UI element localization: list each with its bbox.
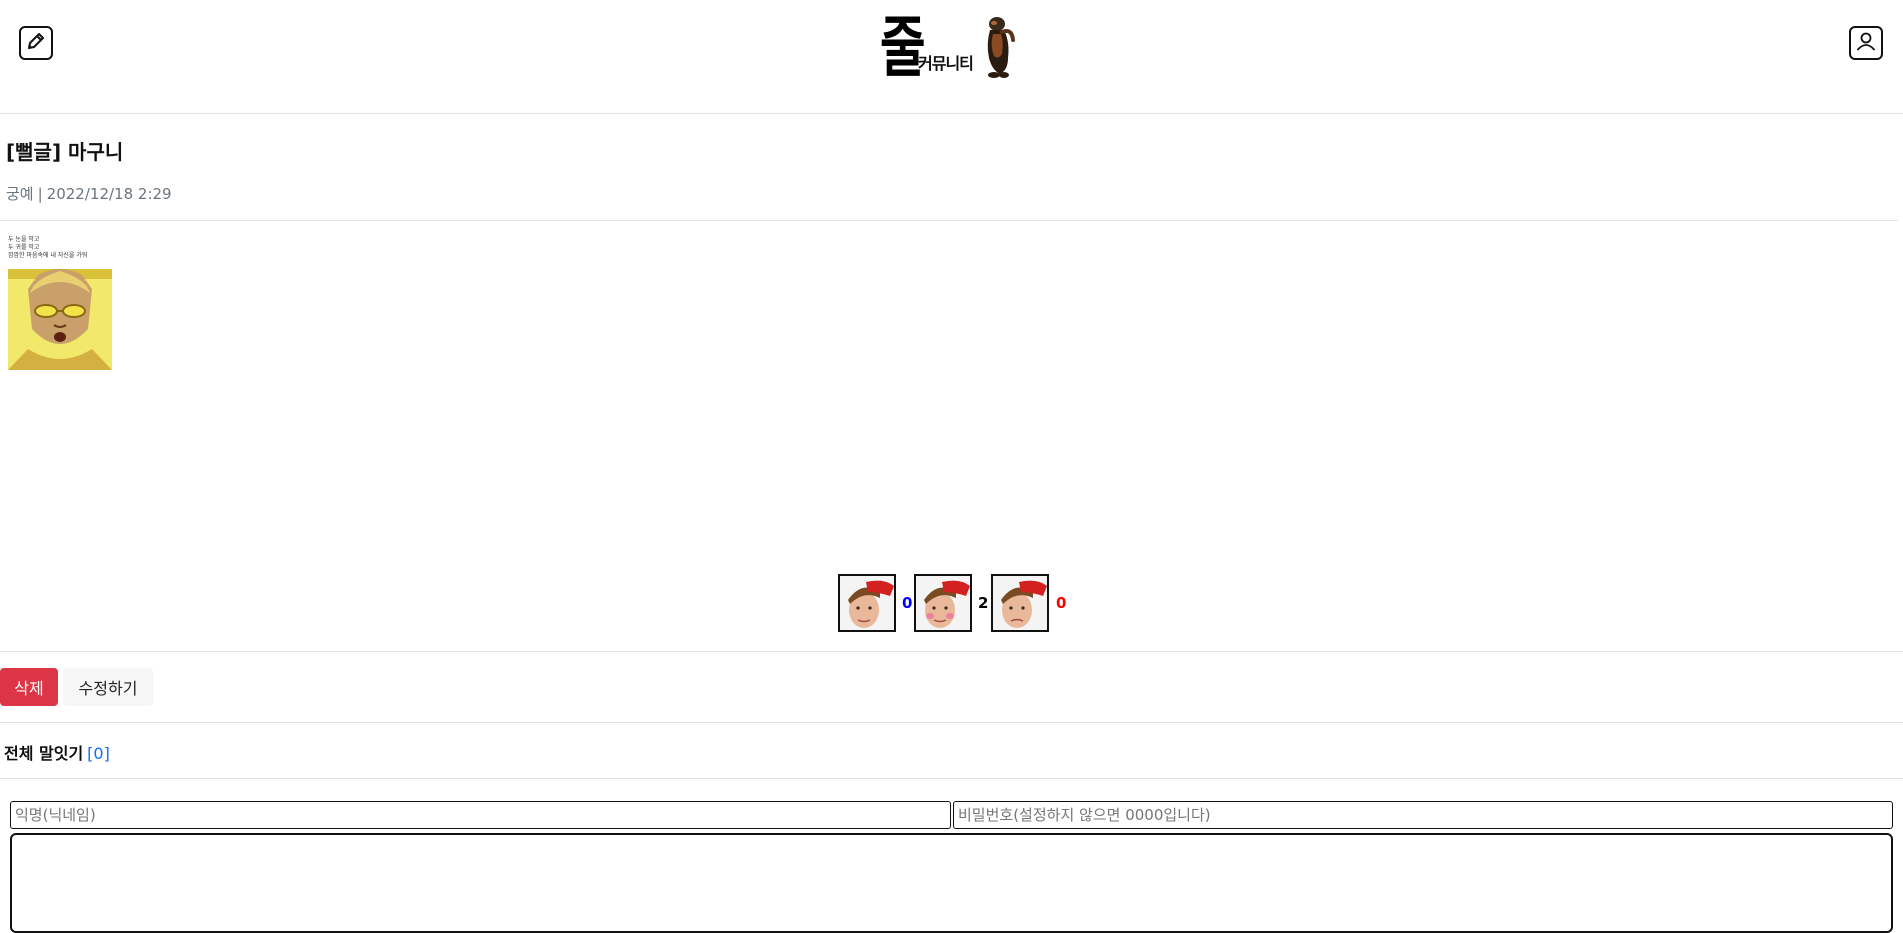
boy-face-icon	[848, 580, 894, 628]
pencil-icon	[25, 30, 47, 56]
password-input[interactable]	[953, 801, 1893, 829]
comments-heading: 전체 말잇기 [0]	[4, 740, 110, 764]
logo-subtitle: 커뮤니티	[918, 54, 974, 73]
user-icon	[1854, 29, 1878, 57]
post-meta: 궁예 | 2022/12/18 2:29	[6, 183, 172, 204]
boy-face-icon	[1001, 580, 1047, 628]
image-caption: 두 눈을 막고 두 귀를 막고 깜깜한 마음속에 내 자신을 가둬	[8, 236, 88, 259]
site-logo[interactable]: 줄 커뮤니티	[880, 12, 1020, 82]
comments-title: 전체 말잇기	[4, 744, 84, 763]
reaction-count-wow: 2	[978, 594, 989, 612]
site-header: 줄 커뮤니티	[0, 0, 1903, 114]
divider	[0, 778, 1903, 779]
comments-count: [0]	[87, 744, 110, 763]
post-author[interactable]: 궁예	[6, 185, 34, 203]
reaction-button-fun[interactable]	[838, 574, 896, 632]
meme-photo	[8, 269, 112, 374]
comment-textarea[interactable]	[10, 833, 1893, 933]
post-image: 두 눈을 막고 두 귀를 막고 깜깜한 마음속에 내 자신을 가둬	[8, 236, 112, 370]
divider	[0, 220, 1898, 221]
divider	[0, 722, 1903, 723]
post-title: [뻘글] 마구니	[6, 140, 124, 164]
delete-button[interactable]: 삭제	[0, 668, 58, 706]
reaction-button-wow[interactable]	[914, 574, 972, 632]
divider	[0, 651, 1903, 652]
reaction-button-angry[interactable]	[991, 574, 1049, 632]
edit-button[interactable]: 수정하기	[63, 668, 153, 706]
animal-mascot-icon	[980, 14, 1016, 84]
boy-face-icon	[924, 580, 970, 628]
post-date: 2022/12/18 2:29	[46, 185, 172, 203]
nickname-input[interactable]	[10, 801, 951, 829]
write-post-button[interactable]	[19, 26, 53, 60]
reaction-count-fun: 0	[902, 594, 913, 612]
reaction-count-angry: 0	[1056, 594, 1067, 612]
meta-separator: |	[37, 185, 43, 203]
user-profile-button[interactable]	[1849, 26, 1883, 60]
